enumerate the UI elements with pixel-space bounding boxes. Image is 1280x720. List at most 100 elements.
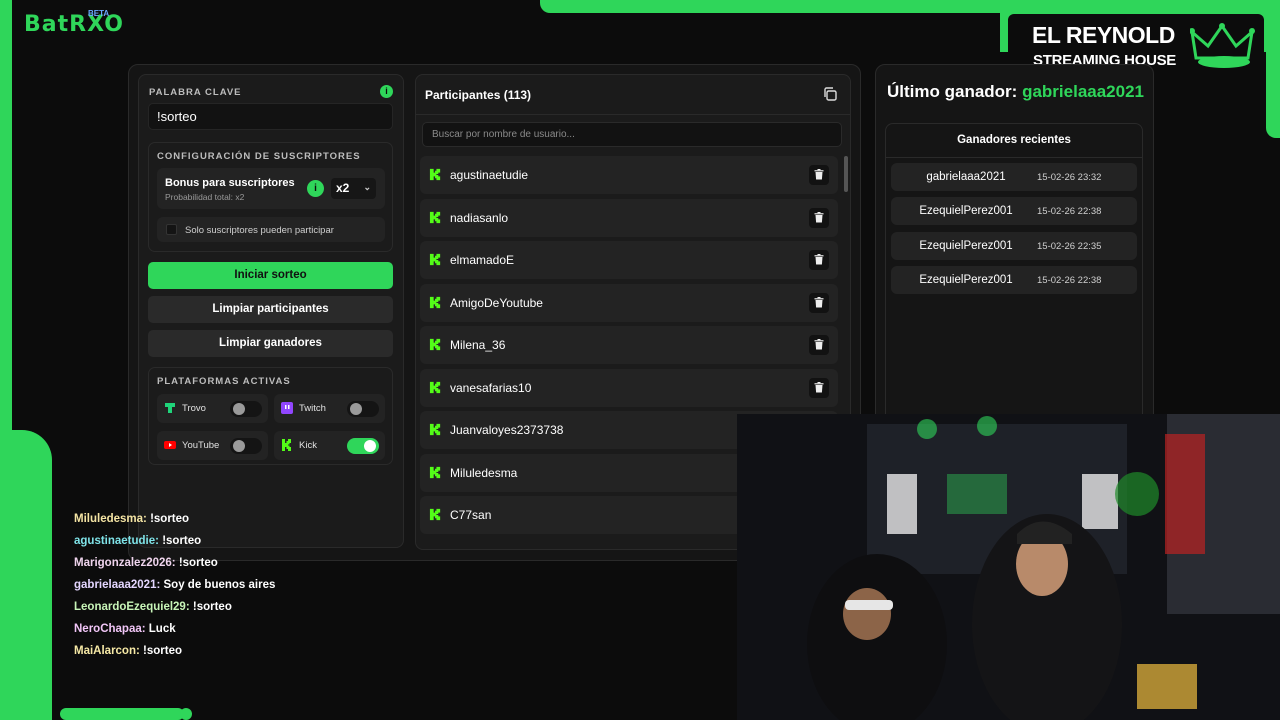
chat-line: MaiAlarcon: !sorteo: [74, 645, 275, 667]
platform-youtube: YouTube: [157, 431, 268, 460]
participants-scrollbar[interactable]: [844, 156, 848, 192]
participant-row[interactable]: nadiasanlo: [420, 198, 838, 237]
participant-search-input[interactable]: Buscar por nombre de usuario...: [422, 122, 842, 147]
brand-title: EL REYNOLD: [1032, 22, 1175, 48]
clear-participants-button[interactable]: Limpiar participantes: [148, 296, 393, 323]
platform-trovo-label: Trovo: [182, 403, 206, 414]
copy-icon[interactable]: [822, 86, 838, 102]
trash-icon: [814, 169, 824, 180]
winner-date: 15-02-26 22:38: [1037, 206, 1102, 218]
last-winner-name: gabrielaaa2021: [1022, 82, 1144, 101]
chat-username: gabrielaaa2021:: [74, 579, 161, 591]
participant-row[interactable]: agustinaetudie: [420, 156, 838, 194]
kick-icon: [282, 439, 291, 451]
kick-icon: [429, 211, 441, 223]
chat-line: agustinaetudie: !sorteo: [74, 535, 275, 557]
delete-participant-button[interactable]: [809, 165, 829, 185]
kick-icon: [429, 168, 441, 181]
winner-date: 15-02-26 22:38: [1037, 274, 1102, 286]
trash-icon: [814, 381, 824, 392]
chat-message: Soy de buenos aires: [163, 579, 276, 591]
twitch-icon: [281, 402, 293, 414]
delete-participant-button[interactable]: [809, 250, 829, 270]
chevron-down-icon: ⌄: [363, 182, 371, 192]
participant-name: nadiasanlo: [450, 210, 509, 225]
chat-line: Miluledesma: !sorteo: [74, 513, 275, 535]
delete-participant-button[interactable]: [809, 292, 829, 313]
winner-row: gabrielaaa2021 15-02-26 23:32: [891, 163, 1137, 191]
platforms-label: PLATAFORMAS ACTIVAS: [157, 376, 291, 387]
participant-row[interactable]: Milena_36: [420, 326, 838, 364]
platform-trovo-toggle[interactable]: [230, 401, 262, 417]
chat-username: LeonardoEzequiel29:: [74, 601, 190, 613]
participant-name: agustinaetudie: [450, 168, 529, 182]
last-winner-heading: Último ganador: gabrielaaa2021: [887, 82, 1144, 102]
chat-line: gabrielaaa2021: Soy de buenos aires: [74, 579, 275, 601]
frame-accent-right: [1266, 0, 1280, 138]
participant-row[interactable]: AmigoDeYoutube: [420, 283, 838, 322]
platform-kick-label: Kick: [299, 440, 317, 451]
participant-name: AmigoDeYoutube: [450, 295, 543, 310]
chat-message: !sorteo: [143, 645, 183, 657]
chat-username: NeroChapaa:: [74, 623, 146, 635]
webcam-scene: [737, 414, 1280, 720]
delete-participant-button[interactable]: [809, 377, 829, 398]
clear-winners-button[interactable]: Limpiar ganadores: [148, 330, 393, 357]
winner-row: EzequielPerez001 15-02-26 22:35: [891, 231, 1137, 260]
delete-participant-button[interactable]: [809, 207, 829, 228]
winner-name: EzequielPerez001: [919, 205, 1013, 218]
winner-date: 15-02-26 23:32: [1037, 172, 1102, 183]
chat-username: agustinaetudie:: [74, 535, 159, 547]
only-subs-checkbox[interactable]: [166, 224, 177, 235]
frame-accent-bottom: [60, 708, 184, 720]
frame-accent-dot: [180, 708, 192, 720]
platform-twitch-label: Twitch: [299, 403, 326, 414]
frame-accent-left-lower: [0, 430, 52, 720]
trash-icon: [814, 296, 824, 307]
platform-trovo: Trovo: [157, 394, 268, 423]
info-icon[interactable]: i: [380, 85, 393, 98]
multiplier-select[interactable]: x2 ⌄: [331, 178, 376, 199]
bonus-title: Bonus para suscriptores: [165, 177, 295, 189]
frame-accent-left: [0, 0, 12, 430]
last-winner-label: Último ganador:: [887, 82, 1018, 101]
participant-row[interactable]: vanesafarias10: [420, 368, 838, 407]
platform-youtube-toggle[interactable]: [230, 438, 262, 454]
chat-message: !sorteo: [178, 557, 218, 569]
recent-winners-title: Ganadores recientes: [957, 134, 1071, 146]
kick-icon: [429, 423, 441, 436]
only-subs-label: Solo suscriptores pueden participar: [185, 225, 334, 236]
winner-name: EzequielPerez001: [919, 273, 1013, 286]
winner-row: EzequielPerez001 15-02-26 22:38: [891, 197, 1137, 226]
platform-kick: Kick: [274, 431, 385, 460]
participant-name: elmamadoE: [450, 253, 515, 267]
winner-name: gabrielaaa2021: [926, 171, 1006, 183]
chat-message: Luck: [148, 623, 176, 635]
participant-name: vanesafarias10: [450, 380, 532, 395]
platform-twitch-toggle[interactable]: [347, 401, 379, 417]
chat-message: !sorteo: [150, 513, 190, 525]
platform-kick-toggle[interactable]: [347, 438, 379, 454]
kick-icon: [429, 338, 441, 351]
crown-icon: [1190, 23, 1255, 68]
bonus-info-icon[interactable]: i: [307, 180, 324, 197]
start-raffle-button[interactable]: Iniciar sorteo: [148, 262, 393, 289]
kick-icon: [429, 381, 441, 393]
participant-name: C77san: [450, 508, 492, 522]
delete-participant-button[interactable]: [809, 335, 829, 355]
youtube-icon: [164, 441, 176, 449]
kick-icon: [429, 296, 441, 308]
frame-accent-top: [540, 0, 1000, 13]
multiplier-value: x2: [336, 181, 350, 195]
chat-username: MaiAlarcon:: [74, 645, 140, 657]
participants-title: Participantes (113): [425, 88, 532, 102]
winner-row: EzequielPerez001 15-02-26 22:38: [891, 265, 1137, 294]
chat-overlay: Miluledesma: !sorteo agustinaetudie: !sor…: [74, 513, 275, 667]
participants-divider: [416, 114, 850, 115]
platform-twitch: Twitch: [274, 394, 385, 423]
winner-name: EzequielPerez001: [919, 239, 1013, 252]
participant-row[interactable]: elmamadoE: [420, 241, 838, 279]
trash-icon: [814, 254, 824, 265]
bonus-probability: Probabilidad total: x2: [165, 192, 245, 202]
keyword-input[interactable]: [148, 103, 393, 130]
